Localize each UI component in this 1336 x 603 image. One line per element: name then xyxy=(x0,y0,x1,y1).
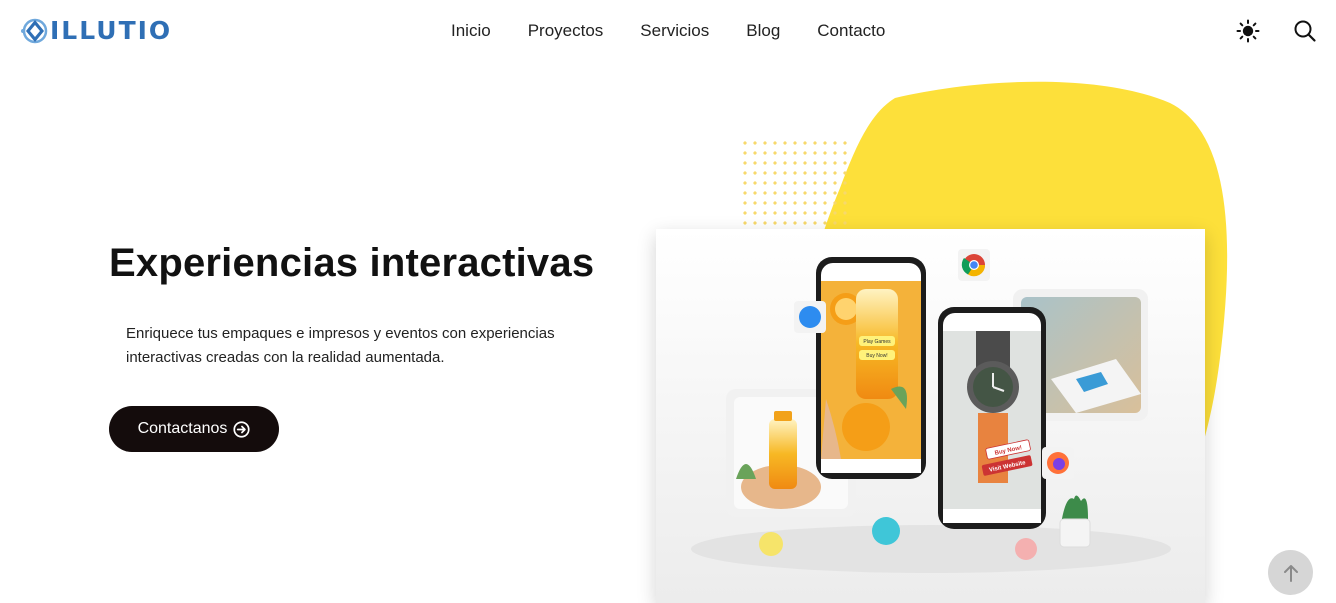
ar-mockup-image: Play Games Buy Now! Buy Now! Visit Websi… xyxy=(656,229,1205,603)
contact-button[interactable]: Contactanos xyxy=(109,406,279,452)
tag-play-games: Play Games xyxy=(863,339,891,345)
nav-inicio[interactable]: Inicio xyxy=(451,20,491,42)
sun-icon[interactable] xyxy=(1236,19,1260,43)
arrow-circle-right-icon xyxy=(233,420,250,438)
hero-subtitle: Enriquece tus empaques e impresos y even… xyxy=(126,325,555,366)
hero-title: Experiencias interactivas xyxy=(109,241,595,285)
arrow-up-icon xyxy=(1283,564,1298,582)
nav-blog[interactable]: Blog xyxy=(746,20,780,42)
dot-pattern xyxy=(740,138,850,228)
ar-mockup-illustration: Play Games Buy Now! Buy Now! Visit Websi… xyxy=(656,229,1205,603)
nav-proyectos[interactable]: Proyectos xyxy=(528,20,604,42)
contact-button-label: Contactanos xyxy=(137,420,228,437)
tag-buy-now-left: Buy Now! xyxy=(866,353,887,359)
nav-contacto[interactable]: Contacto xyxy=(817,20,885,42)
search-icon[interactable] xyxy=(1293,19,1317,43)
scroll-to-top-button[interactable] xyxy=(1268,550,1313,595)
nav-servicios[interactable]: Servicios xyxy=(640,20,709,42)
logo-text: ILLUTIO xyxy=(50,16,173,45)
main-nav: Inicio Proyectos Servicios Blog Contacto xyxy=(451,20,885,42)
logo-mark-icon xyxy=(21,18,48,44)
logo[interactable]: ILLUTIO xyxy=(20,14,172,48)
